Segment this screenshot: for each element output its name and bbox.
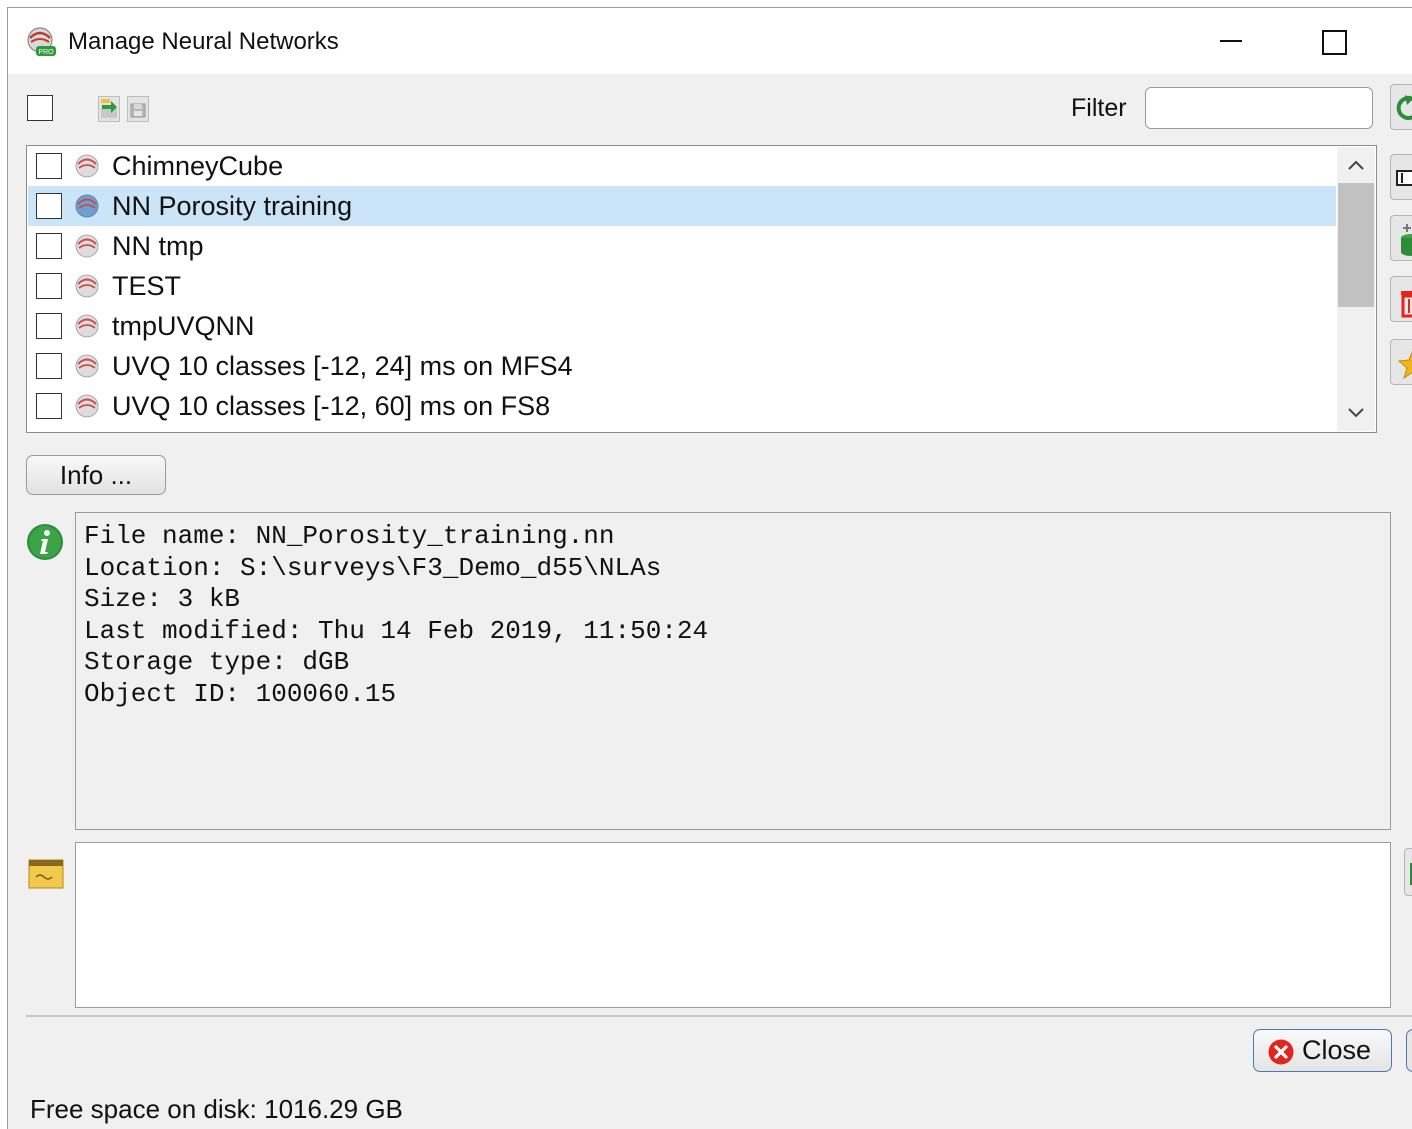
info-line: Object ID: 100060.15 [84,678,397,709]
item-label: UVQ 10 classes [-12, 24] ms on MFS4 [112,351,573,381]
notes-icon [28,859,64,889]
item-label: tmpUVQNN [112,311,255,341]
close-icon [1268,1039,1294,1065]
maximize-button[interactable] [1298,16,1384,66]
title-bar: PRO Manage Neural Networks [8,8,1412,74]
item-label: UVQ 10 classes [-12, 60] ms on FS8 [112,391,551,421]
rename-icon [1396,170,1412,186]
item-checkbox[interactable] [36,313,62,339]
delete-icon [1401,291,1412,318]
save-notes-button[interactable] [1404,848,1412,896]
network-list[interactable]: ChimneyCube NN Porosity training NN tmp [26,145,1377,433]
close-button[interactable]: Close [1253,1029,1392,1072]
manage-neural-networks-window: PRO Manage Neural Networks Filter Chimne… [7,7,1412,1129]
info-button[interactable]: Info ... [26,455,166,495]
info-line: Size: 3 kB [84,584,241,615]
list-item-selected[interactable]: NN Porosity training [28,186,1336,226]
notes-input[interactable] [75,842,1391,1008]
info-line: Location: S:\surveys\F3_Demo_d55\NLAs [84,552,662,583]
item-label: TEST [112,271,182,301]
list-scrollbar[interactable] [1337,147,1375,431]
item-checkbox[interactable] [36,153,62,179]
copy-to-database-icon [1401,224,1412,256]
app-icon: PRO [27,27,56,56]
info-line: File name: NN_Porosity_training.nn [84,521,615,551]
filter-label: Filter [1071,94,1127,122]
divider [26,1015,1412,1017]
list-item[interactable]: UVQ 10 classes [-12, 24] ms on MFS4 [28,346,1336,386]
item-checkbox[interactable] [36,393,62,419]
disk-space-status: Free space on disk: 1016.29 GB [30,1094,403,1124]
save-icon[interactable] [127,96,149,122]
chevron-up-icon[interactable] [1337,147,1375,183]
neural-network-icon [75,234,99,258]
filter-input[interactable] [1145,87,1373,129]
list-item[interactable]: TEST [28,266,1336,306]
item-label: NN tmp [112,231,204,261]
info-line: Last modified: Thu 14 Feb 2019, 11:50:24 [84,615,709,646]
neural-network-icon [75,154,99,178]
list-item[interactable]: UVQ 10 classes [-12, 60] ms on FS8 [28,386,1336,426]
item-checkbox[interactable] [36,193,62,219]
neural-network-icon [75,274,99,298]
refresh-button[interactable] [1390,84,1412,130]
list-item[interactable]: ChimneyCube [28,146,1336,186]
neural-network-icon [75,314,99,338]
save-notes-icon [1410,863,1412,885]
import-icon[interactable] [98,96,120,122]
help-button[interactable] [1406,1029,1412,1072]
info-icon [27,524,63,560]
info-panel: File name: NN_Porosity_training.nn Locati… [75,512,1391,830]
close-button-label: Close [1302,1035,1372,1065]
item-label: NN Porosity training [112,191,353,221]
item-checkbox[interactable] [36,273,62,299]
select-all-checkbox[interactable] [27,95,53,121]
window-title: Manage Neural Networks [68,28,339,55]
neural-network-icon [75,394,99,418]
neural-network-icon [75,194,99,218]
list-item[interactable]: NN tmp [28,226,1336,266]
minimize-button[interactable] [1186,16,1272,66]
copy-to-database-button[interactable] [1390,215,1412,261]
set-default-button[interactable] [1390,339,1412,385]
info-line: Storage type: dGB [84,647,350,678]
item-checkbox[interactable] [36,353,62,379]
refresh-icon [1396,95,1412,120]
delete-button[interactable] [1390,276,1412,322]
star-icon [1397,351,1412,380]
rename-button[interactable] [1390,154,1412,200]
scrollbar-thumb[interactable] [1338,183,1374,307]
item-checkbox[interactable] [36,233,62,259]
item-label: ChimneyCube [112,151,284,181]
neural-network-icon [75,354,99,378]
svg-text:PRO: PRO [38,49,54,56]
chevron-down-icon[interactable] [1337,395,1375,431]
list-item[interactable]: tmpUVQNN [28,306,1336,346]
